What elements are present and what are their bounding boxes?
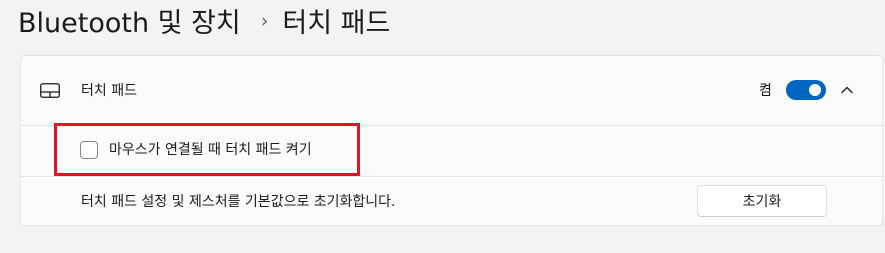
touchpad-settings-card: 터치 패드 켬 마우스가 연결될 때 터치 패드 켜기 터치 패드 설정 및 제… (20, 55, 883, 226)
breadcrumb: Bluetooth 및 장치 › 터치 패드 (18, 0, 390, 40)
reset-description: 터치 패드 설정 및 제스처를 기본값으로 초기화합니다. (81, 194, 396, 210)
mouse-connected-checkbox-control[interactable]: 마우스가 연결될 때 터치 패드 켜기 (80, 140, 312, 160)
mouse-connected-checkbox[interactable] (80, 141, 98, 159)
toggle-knob (809, 84, 821, 96)
breadcrumb-separator: › (260, 10, 269, 32)
toggle-state-label: 켬 (759, 83, 772, 99)
chevron-up-icon[interactable] (839, 82, 855, 98)
touchpad-toggle-switch[interactable] (786, 80, 826, 100)
breadcrumb-parent-link[interactable]: Bluetooth 및 장치 (18, 1, 241, 40)
page-title: 터치 패드 (282, 7, 391, 39)
reset-row: 터치 패드 설정 및 제스처를 기본값으로 초기화합니다. 초기화 (21, 177, 882, 227)
mouse-connected-checkbox-label[interactable]: 마우스가 연결될 때 터치 패드 켜기 (109, 140, 312, 160)
reset-button[interactable]: 초기화 (697, 185, 827, 217)
touchpad-section-label: 터치 패드 (81, 83, 137, 99)
mouse-connected-option-row: 마우스가 연결될 때 터치 패드 켜기 (21, 126, 882, 177)
touchpad-section-header[interactable]: 터치 패드 켬 (21, 56, 882, 126)
touchpad-icon (40, 83, 60, 98)
